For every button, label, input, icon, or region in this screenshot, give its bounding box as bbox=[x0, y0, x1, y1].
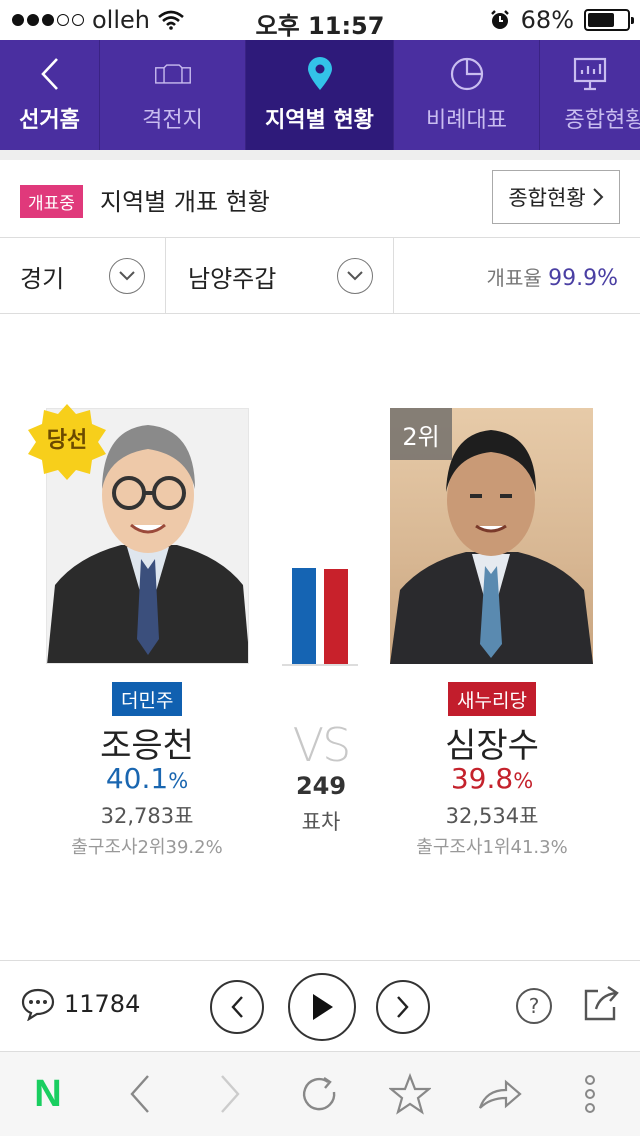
naver-home-button[interactable]: N bbox=[26, 1072, 70, 1116]
region-select-value: 경기 bbox=[20, 264, 65, 293]
count-rate-label: 개표율 bbox=[486, 266, 542, 290]
vote-count: 32,534표 bbox=[445, 804, 539, 828]
chevron-down-icon bbox=[337, 258, 373, 294]
vote-gap-value: 249 bbox=[295, 772, 347, 800]
vote-count: 32,783표 bbox=[100, 804, 194, 828]
vote-share-bars bbox=[282, 560, 358, 666]
region-select[interactable]: 경기 bbox=[0, 238, 166, 314]
refresh-icon bbox=[303, 1077, 336, 1111]
tab-regional-status[interactable]: 지역별 현황 bbox=[246, 40, 394, 150]
more-vertical-icon bbox=[585, 1075, 595, 1113]
status-bar: olleh 오후 11:57 68% bbox=[0, 0, 640, 40]
tab-label: 종합현황 bbox=[564, 108, 640, 133]
party-badge: 새누리당 bbox=[448, 682, 536, 716]
previous-button[interactable] bbox=[210, 980, 264, 1034]
chevron-right-icon bbox=[397, 996, 409, 1018]
tab-overall-status[interactable]: 종합현황 bbox=[540, 40, 640, 150]
chevron-down-icon bbox=[109, 258, 145, 294]
versus-label: VS bbox=[292, 718, 352, 772]
share-arrow-icon bbox=[478, 1079, 522, 1109]
vote-percent: 40.1% bbox=[47, 762, 247, 795]
summary-button-label: 종합현황 bbox=[508, 186, 586, 210]
district-select-value: 남양주갑 bbox=[188, 264, 277, 293]
tab-label: 선거홈 bbox=[19, 108, 80, 133]
help-button[interactable]: ? bbox=[516, 988, 552, 1024]
section-header: 개표중 지역별 개표 현황 종합현황 bbox=[0, 160, 640, 238]
tab-label: 격전지 bbox=[142, 108, 203, 133]
candidate-name: 조응천 bbox=[100, 726, 194, 766]
percent-unit: % bbox=[513, 769, 534, 793]
comments-button[interactable]: 11784 bbox=[20, 987, 140, 1021]
tab-battleground[interactable]: 격전지 bbox=[100, 40, 246, 150]
percent-unit: % bbox=[168, 769, 189, 793]
winner-badge: 당선 bbox=[22, 400, 112, 480]
control-bar: 11784 ? bbox=[0, 960, 640, 1052]
play-button[interactable] bbox=[288, 973, 356, 1041]
vote-percent: 39.8% bbox=[392, 762, 592, 795]
vote-share-bar-candidate-2 bbox=[324, 568, 348, 664]
battery-icon bbox=[584, 9, 634, 31]
comment-count: 11784 bbox=[64, 990, 141, 1018]
candidate-name: 심장수 bbox=[445, 726, 539, 766]
question-mark-icon: ? bbox=[528, 994, 540, 1018]
speech-bubble-icon bbox=[21, 988, 55, 1021]
count-rate-value: 99.9% bbox=[548, 266, 618, 291]
share-icon bbox=[584, 986, 619, 1021]
browser-share-button[interactable] bbox=[478, 1072, 522, 1116]
page-title: 지역별 개표 현황 bbox=[100, 188, 270, 216]
tab-proportional[interactable]: 비례대표 bbox=[394, 40, 540, 150]
battery-percent: 68% bbox=[520, 6, 574, 34]
next-button[interactable] bbox=[376, 980, 430, 1034]
alarm-clock-icon bbox=[490, 10, 509, 29]
rank-badge: 2위 bbox=[390, 408, 452, 460]
ballot-box-icon bbox=[154, 64, 191, 84]
map-pin-icon bbox=[307, 57, 332, 90]
counting-status-badge: 개표중 bbox=[20, 185, 83, 218]
region-filter-row: 경기 남양주갑 개표율 99.9% bbox=[0, 238, 640, 314]
star-icon bbox=[389, 1073, 431, 1115]
vote-share-bar-candidate-1 bbox=[292, 568, 316, 664]
play-icon bbox=[313, 994, 333, 1020]
exit-poll: 출구조사1위41.3% bbox=[416, 837, 568, 858]
browser-forward-button[interactable] bbox=[208, 1072, 252, 1116]
browser-toolbar: N bbox=[0, 1052, 640, 1136]
browser-refresh-button[interactable] bbox=[298, 1072, 342, 1116]
party-badge: 더민주 bbox=[112, 682, 183, 716]
chevron-left-icon bbox=[40, 58, 58, 90]
browser-menu-button[interactable] bbox=[568, 1072, 612, 1116]
browser-bookmark-button[interactable] bbox=[388, 1072, 432, 1116]
chevron-left-icon bbox=[231, 996, 243, 1018]
election-nav: 선거홈 격전지 지역별 현황 비례대표 종합현황 bbox=[0, 40, 640, 150]
browser-back-button[interactable] bbox=[118, 1072, 162, 1116]
tab-election-home[interactable]: 선거홈 bbox=[0, 40, 100, 150]
share-button[interactable] bbox=[582, 983, 622, 1023]
forward-arrow-icon bbox=[221, 1075, 240, 1113]
vote-gap-label: 표차 bbox=[301, 810, 341, 834]
status-right: 68% bbox=[489, 6, 634, 34]
naver-logo: N bbox=[34, 1072, 62, 1115]
pie-chart-icon bbox=[450, 57, 483, 91]
overall-summary-button[interactable]: 종합현황 bbox=[492, 170, 620, 224]
tab-label: 비례대표 bbox=[426, 108, 507, 133]
exit-poll: 출구조사2위39.2% bbox=[71, 837, 223, 858]
district-select[interactable]: 남양주갑 bbox=[166, 238, 394, 314]
presentation-chart-icon bbox=[573, 57, 607, 91]
chevron-right-icon bbox=[592, 188, 604, 206]
count-rate: 개표율 99.9% bbox=[487, 262, 618, 291]
tab-label: 지역별 현황 bbox=[265, 108, 374, 133]
back-arrow-icon bbox=[130, 1075, 149, 1113]
divider bbox=[0, 150, 640, 160]
winner-label: 당선 bbox=[46, 428, 88, 453]
vote-percent-value: 40.1 bbox=[105, 762, 169, 795]
vote-percent-value: 39.8 bbox=[450, 762, 514, 795]
